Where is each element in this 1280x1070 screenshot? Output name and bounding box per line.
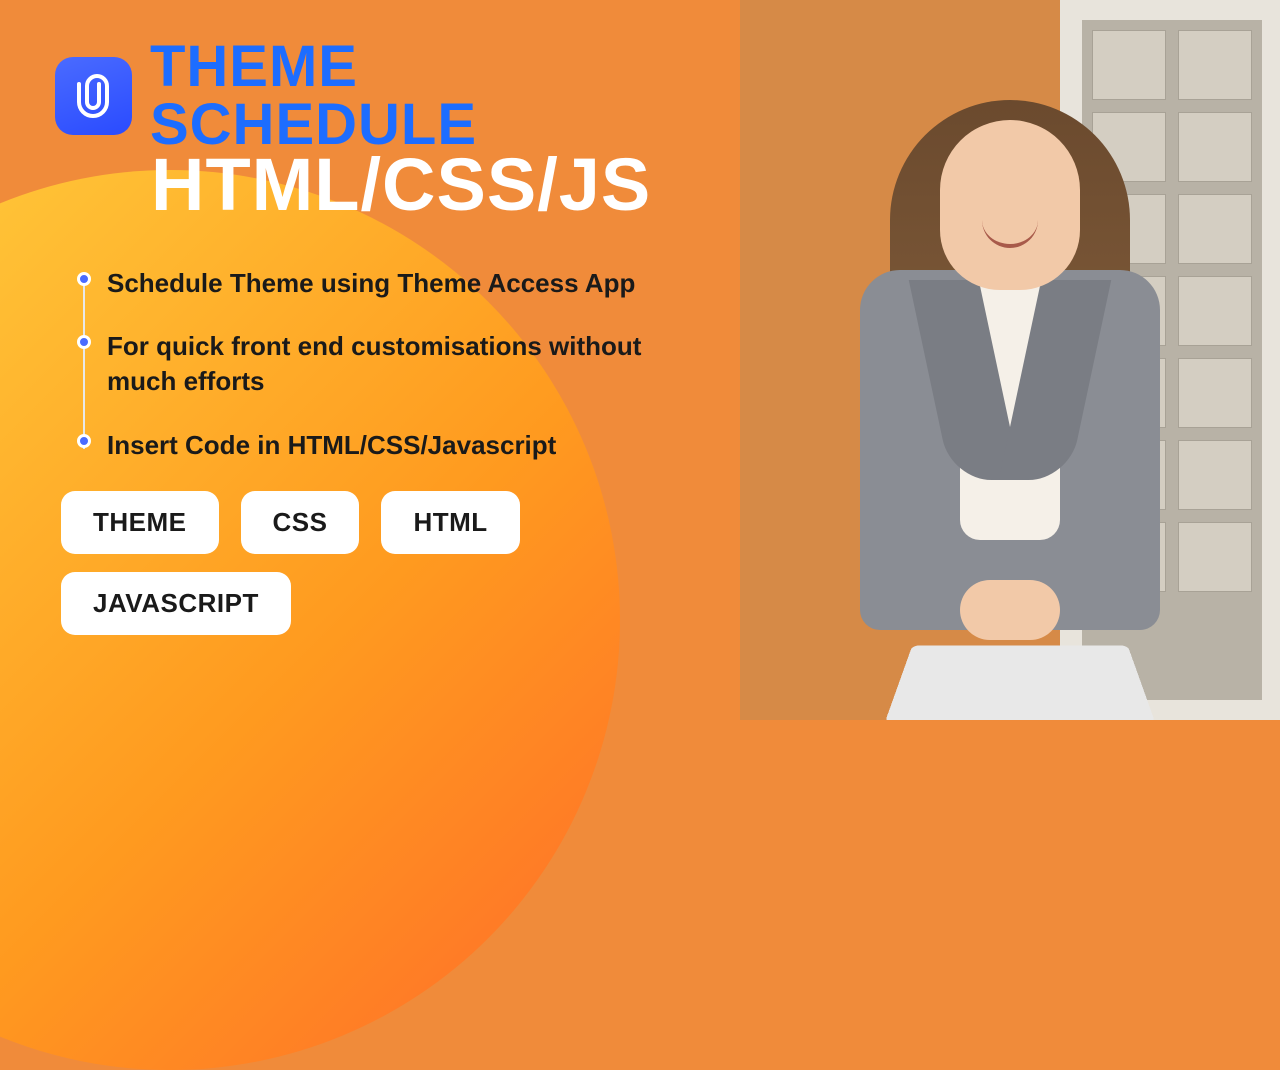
bullet-item: For quick front end customisations witho… xyxy=(77,329,695,399)
attachment-icon xyxy=(69,72,117,120)
tag-html: HTML xyxy=(381,491,519,554)
title-line-1: THEME SCHEDULE xyxy=(150,38,695,154)
person-smile xyxy=(982,220,1038,248)
photo-panel xyxy=(740,0,1280,720)
bullet-text: For quick front end customisations witho… xyxy=(107,329,695,399)
bullet-item: Schedule Theme using Theme Access App xyxy=(77,266,695,301)
bullet-list: Schedule Theme using Theme Access App Fo… xyxy=(77,266,695,462)
title-line-2: HTML/CSS/JS xyxy=(151,150,695,220)
person-face xyxy=(940,120,1080,290)
bullet-dot-icon xyxy=(77,434,91,448)
tag-javascript: JAVASCRIPT xyxy=(61,572,291,635)
person-illustration xyxy=(780,40,1220,720)
app-icon xyxy=(55,57,132,135)
title-row: THEME SCHEDULE xyxy=(55,38,695,154)
content-panel: THEME SCHEDULE HTML/CSS/JS Schedule Them… xyxy=(55,38,695,635)
person-hands xyxy=(960,580,1060,640)
tag-css: CSS xyxy=(241,491,360,554)
tag-theme: THEME xyxy=(61,491,219,554)
bullet-text: Schedule Theme using Theme Access App xyxy=(107,266,635,301)
person-laptop xyxy=(884,645,1155,720)
bullet-item: Insert Code in HTML/CSS/Javascript xyxy=(77,428,695,463)
bullet-dot-icon xyxy=(77,335,91,349)
bullet-dot-icon xyxy=(77,272,91,286)
bullet-text: Insert Code in HTML/CSS/Javascript xyxy=(107,428,556,463)
tag-list: THEME CSS HTML JAVASCRIPT xyxy=(61,491,621,635)
